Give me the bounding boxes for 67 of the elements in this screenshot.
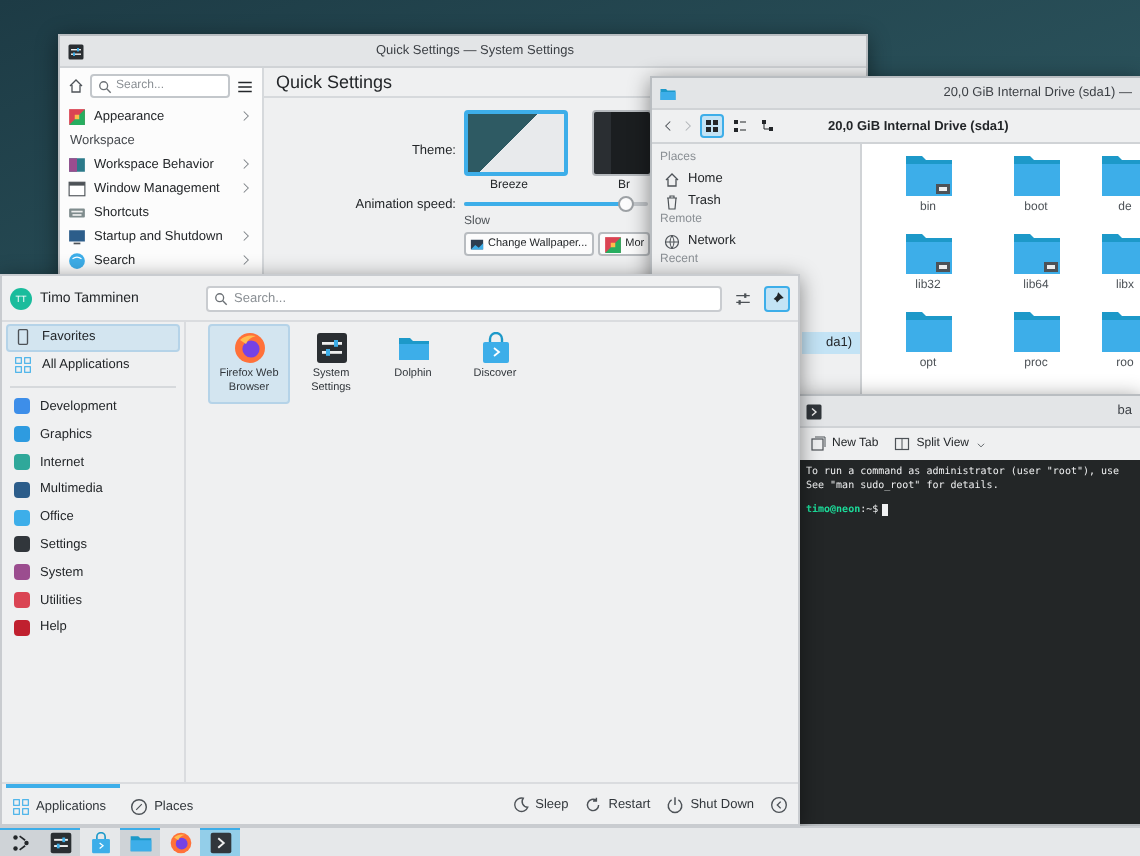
tree-view-icon bbox=[760, 118, 776, 134]
launcher-icon bbox=[9, 832, 31, 854]
network-icon bbox=[664, 233, 680, 249]
folder-icon bbox=[905, 154, 951, 196]
compact-view-icon bbox=[732, 118, 748, 134]
sliders-icon bbox=[734, 289, 752, 307]
back-button[interactable] bbox=[660, 116, 676, 136]
trash-icon bbox=[664, 193, 680, 209]
folder-icon bbox=[905, 310, 951, 352]
wallpaper-icon bbox=[470, 237, 484, 251]
moon-icon bbox=[511, 795, 530, 813]
settings-icon bbox=[68, 43, 84, 59]
back-icon bbox=[662, 118, 674, 134]
caret-icon bbox=[975, 439, 985, 449]
folder-icon bbox=[905, 232, 951, 274]
split-view-icon bbox=[894, 436, 911, 452]
folder-icon bbox=[1102, 310, 1140, 352]
power-icon bbox=[666, 795, 685, 813]
view-mode-button[interactable] bbox=[700, 114, 724, 138]
keyboard-icon bbox=[68, 203, 86, 221]
shopping-bag-icon bbox=[89, 832, 111, 854]
settings-icon bbox=[49, 832, 71, 854]
grid-icon bbox=[14, 356, 32, 375]
monitor-icon bbox=[68, 227, 86, 245]
shopping-bag-icon bbox=[479, 332, 511, 364]
compass-icon bbox=[130, 797, 149, 815]
bookmark-icon bbox=[14, 328, 32, 347]
window-icon bbox=[68, 179, 86, 197]
palette-icon bbox=[68, 107, 86, 125]
taskbar-item[interactable] bbox=[40, 828, 80, 856]
restart-icon bbox=[584, 795, 603, 813]
terminal-icon bbox=[806, 403, 822, 419]
forward-icon bbox=[682, 118, 694, 134]
folder-icon bbox=[1102, 154, 1140, 196]
cursor bbox=[882, 504, 889, 517]
pin-icon bbox=[768, 289, 786, 307]
settings-icon bbox=[315, 332, 347, 364]
new-tab-icon bbox=[810, 436, 826, 452]
firefox-icon bbox=[169, 832, 191, 854]
firefox-icon bbox=[233, 332, 265, 364]
grid-icon bbox=[12, 797, 30, 815]
taskbar-item[interactable] bbox=[200, 828, 240, 856]
view-mode-button[interactable] bbox=[728, 114, 752, 138]
home-icon bbox=[68, 78, 84, 94]
taskbar-item[interactable] bbox=[0, 828, 40, 856]
slider-thumb[interactable] bbox=[617, 196, 634, 212]
palette-icon bbox=[603, 235, 622, 253]
folder-icon bbox=[397, 332, 429, 364]
folder-icon bbox=[1013, 232, 1059, 274]
folder-icon bbox=[1102, 232, 1140, 274]
theme-preview[interactable] bbox=[592, 110, 652, 176]
workspace-icon bbox=[68, 155, 86, 173]
search-icon bbox=[214, 291, 228, 305]
menu-icon bbox=[236, 77, 254, 95]
theme-preview[interactable] bbox=[464, 110, 568, 176]
folder-icon bbox=[1013, 310, 1059, 352]
folder-icon bbox=[660, 85, 676, 101]
globe-icon bbox=[68, 251, 86, 269]
home-icon bbox=[664, 171, 680, 187]
terminal-icon bbox=[209, 832, 231, 854]
chevron-right-icon bbox=[240, 110, 252, 122]
search-icon bbox=[98, 79, 112, 93]
folder-icon bbox=[129, 832, 151, 854]
pin-button[interactable] bbox=[764, 285, 790, 311]
folder-icon bbox=[1013, 154, 1059, 196]
icons-view-icon bbox=[704, 118, 720, 134]
leave-icon bbox=[770, 795, 788, 813]
